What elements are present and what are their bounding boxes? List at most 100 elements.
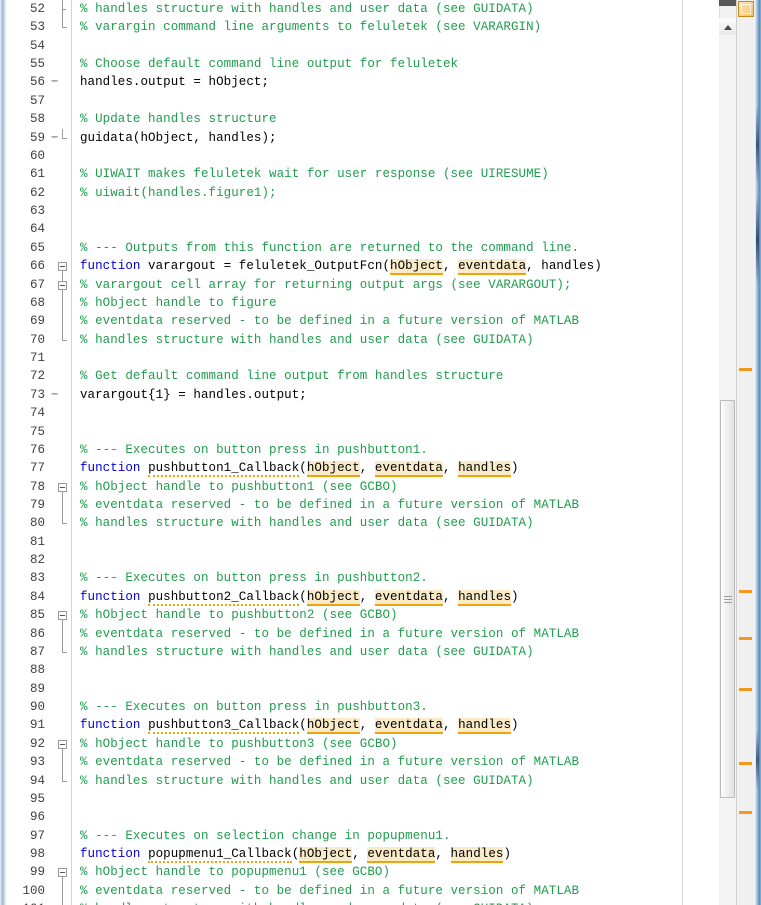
- code-line[interactable]: % eventdata reserved - to be defined in …: [80, 882, 579, 900]
- line-number: 74: [29, 406, 45, 421]
- analyzer-warning-tick[interactable]: [739, 637, 752, 640]
- code-line[interactable]: % hObject handle to pushbutton3 (see GCB…: [80, 735, 398, 753]
- line-number: 55: [29, 57, 45, 72]
- code-line[interactable]: % hObject handle to popupmenu1 (see GCBO…: [80, 863, 390, 881]
- analyzer-warning-tick[interactable]: [739, 590, 752, 593]
- code-line[interactable]: % hObject handle to pushbutton2 (see GCB…: [80, 606, 398, 624]
- highlighted-variable-token: eventdata: [374, 589, 443, 606]
- code-line[interactable]: % handles structure with handles and use…: [80, 900, 534, 905]
- code-token: ,: [352, 847, 368, 862]
- code-line[interactable]: % handles structure with handles and use…: [80, 772, 534, 790]
- code-line[interactable]: % Update handles structure: [80, 110, 277, 128]
- code-line[interactable]: function varargout = feluletek_OutputFcn…: [80, 257, 602, 276]
- line-number: 75: [29, 424, 45, 439]
- code-token: guidata(hObject, handles);: [80, 130, 277, 145]
- fold-guide-line: [62, 881, 63, 901]
- highlighted-variable-token: handles: [458, 461, 512, 478]
- flagged-function-name-token: pushbutton2_Callback: [148, 589, 300, 606]
- code-line[interactable]: function pushbutton2_Callback(hObject, e…: [80, 588, 519, 606]
- line-number: 76: [29, 442, 45, 457]
- comment-token: % --- Outputs from this function are ret…: [80, 240, 580, 255]
- code-line[interactable]: % --- Executes on button press in pushbu…: [80, 698, 428, 716]
- fold-collapse-box[interactable]: [58, 262, 67, 272]
- fold-guide-line: [62, 495, 63, 515]
- analyzer-warning-tick[interactable]: [739, 688, 752, 691]
- code-token: ,: [359, 589, 375, 604]
- fold-guide-line: [62, 624, 63, 643]
- fold-collapse-box[interactable]: [58, 868, 67, 878]
- line-number: 70: [29, 332, 45, 347]
- fold-guide-end: [63, 651, 67, 653]
- fold-collapse-box[interactable]: [58, 739, 67, 749]
- line-number: 95: [29, 791, 45, 806]
- analyzer-warning-tick[interactable]: [739, 811, 752, 814]
- code-line[interactable]: % --- Executes on button press in pushbu…: [80, 569, 428, 587]
- code-line[interactable]: % varargout cell array for returning out…: [80, 276, 571, 294]
- fold-guide-end: [63, 339, 67, 341]
- code-line[interactable]: % eventdata reserved - to be defined in …: [80, 625, 579, 643]
- comment-token: % eventdata reserved - to be defined in …: [80, 314, 580, 329]
- code-line[interactable]: % hObject handle to pushbutton1 (see GCB…: [80, 478, 398, 496]
- code-line[interactable]: % handles structure with handles and use…: [80, 331, 534, 349]
- code-line[interactable]: % handles structure with handles and use…: [80, 514, 534, 532]
- code-line[interactable]: handles.output = hObject;: [80, 73, 269, 91]
- analyzer-warning-tick[interactable]: [739, 762, 752, 765]
- code-line[interactable]: % eventdata reserved - to be defined in …: [80, 496, 579, 514]
- code-folding-column[interactable]: [56, 0, 72, 905]
- line-number: 67: [29, 277, 45, 292]
- line-number: 57: [29, 93, 45, 108]
- highlighted-variable-token: eventdata: [374, 461, 443, 478]
- code-line[interactable]: function pushbutton3_Callback(hObject, e…: [80, 716, 519, 735]
- highlighted-variable-token: eventdata: [367, 847, 436, 864]
- keyword-token: function: [80, 847, 141, 862]
- fold-collapse-box[interactable]: [58, 280, 67, 290]
- code-line[interactable]: % Choose default command line output for…: [80, 55, 458, 73]
- line-number: 61: [29, 167, 45, 182]
- line-number: 82: [29, 553, 45, 568]
- code-token: , handles): [526, 259, 602, 274]
- comment-token: % hObject handle to pushbutton1 (see GCB…: [80, 479, 398, 494]
- line-number: 79: [29, 497, 45, 512]
- fold-collapse-box[interactable]: [58, 482, 67, 492]
- code-line[interactable]: % eventdata reserved - to be defined in …: [80, 312, 579, 330]
- code-editing-area[interactable]: % handles structure with handles and use…: [72, 0, 682, 905]
- code-line[interactable]: % --- Executes on selection change in po…: [80, 827, 451, 845]
- code-line[interactable]: % Get default command line output from h…: [80, 367, 503, 385]
- flagged-function-name-token: popupmenu1_Callback: [148, 847, 292, 864]
- line-number: 63: [29, 204, 45, 219]
- code-token: ,: [442, 259, 459, 274]
- code-analyzer-strip[interactable]: [736, 0, 754, 905]
- comment-token: % varargout cell array for returning out…: [80, 277, 572, 292]
- code-analyzer-status-flag[interactable]: [738, 1, 754, 17]
- code-line[interactable]: % uiwait(handles.figure1);: [80, 184, 277, 202]
- line-number: 73: [29, 387, 45, 402]
- code-line[interactable]: % handles structure with handles and use…: [80, 0, 534, 18]
- fold-collapse-box[interactable]: [58, 611, 67, 621]
- code-token: ,: [442, 718, 459, 733]
- code-line[interactable]: varargout{1} = handles.output;: [80, 386, 307, 404]
- code-line[interactable]: % eventdata reserved - to be defined in …: [80, 753, 579, 771]
- code-line[interactable]: % hObject handle to figure: [80, 294, 277, 312]
- line-number: 101: [22, 900, 45, 905]
- code-line[interactable]: function popupmenu1_Callback(hObject, ev…: [80, 845, 511, 864]
- code-line[interactable]: % --- Outputs from this function are ret…: [80, 239, 579, 257]
- window-right-edge-shadow-3: [756, 730, 759, 790]
- code-line[interactable]: % varargin command line arguments to fel…: [80, 18, 541, 36]
- code-line[interactable]: % handles structure with handles and use…: [80, 643, 534, 661]
- line-number: 88: [29, 663, 45, 678]
- code-line[interactable]: guidata(hObject, handles);: [80, 129, 277, 147]
- comment-token: % handles structure with handles and use…: [80, 2, 534, 16]
- analyzer-warning-tick[interactable]: [739, 368, 752, 371]
- highlighted-variable-token: hObject: [299, 847, 353, 864]
- code-line[interactable]: % --- Executes on button press in pushbu…: [80, 441, 428, 459]
- scrollbar-thumb[interactable]: [720, 400, 735, 798]
- scroll-up-button[interactable]: [719, 18, 736, 35]
- comment-token: % uiwait(handles.figure1);: [80, 185, 277, 200]
- code-token: ,: [359, 461, 375, 476]
- code-line[interactable]: function pushbutton1_Callback(hObject, e…: [80, 459, 519, 478]
- code-line[interactable]: % UIWAIT makes feluletek wait for user r…: [80, 165, 549, 183]
- fold-guide-line: [62, 293, 63, 313]
